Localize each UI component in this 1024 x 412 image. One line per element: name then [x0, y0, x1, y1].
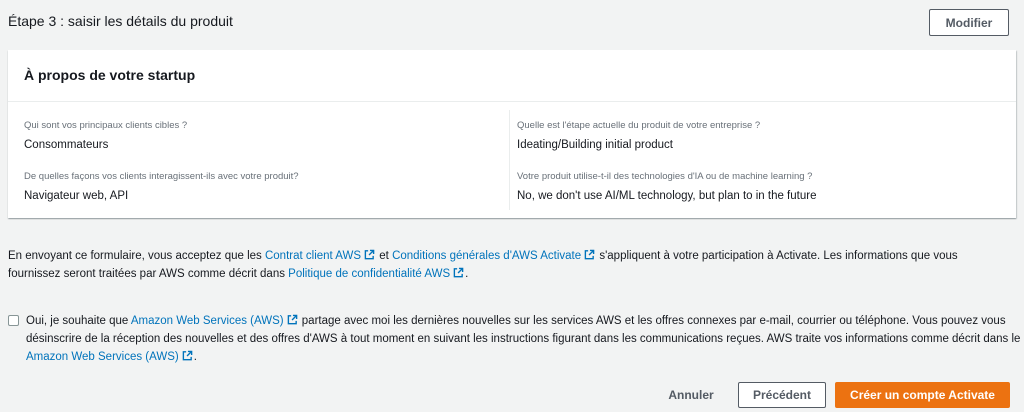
field-value: Consommateurs — [24, 139, 109, 151]
field-label: Votre produit utilise-t-il des technolog… — [517, 171, 813, 182]
startup-details-card: À propos de votre startup Qui sont vos p… — [8, 50, 1016, 218]
step-header: Étape 3 : saisir les détails du produit … — [0, 0, 1024, 46]
legal-notice: En envoyant ce formulaire, vous acceptez… — [8, 247, 1008, 283]
external-link-icon — [584, 249, 595, 260]
field-label: De quelles façons vos clients interagiss… — [24, 171, 299, 182]
field-value: Ideating/Building initial product — [517, 139, 673, 151]
product-stage-field: Quelle est l'étape actuelle du produit d… — [517, 120, 760, 151]
previous-button[interactable]: Précédent — [738, 382, 826, 408]
legal-text: et — [376, 250, 393, 262]
customer-agreement-link[interactable]: Contrat client AWS — [265, 249, 376, 262]
field-label: Qui sont vos principaux clients cibles ? — [24, 120, 188, 131]
card-title: À propos de votre startup — [24, 67, 196, 83]
field-label: Quelle est l'étape actuelle du produit d… — [517, 120, 761, 131]
target-customers-field: Qui sont vos principaux clients cibles ?… — [24, 120, 187, 151]
aws-privacy-link[interactable]: Amazon Web Services (AWS) — [26, 350, 194, 363]
external-link-icon — [287, 314, 297, 325]
consent-text: Oui, je souhaite que Amazon Web Services… — [26, 312, 1021, 366]
consent-text-part: . — [193, 351, 197, 363]
legal-text: . — [465, 268, 469, 280]
legal-text: En envoyant ce formulaire, vous acceptez… — [8, 250, 265, 262]
aws-link[interactable]: Amazon Web Services (AWS) — [131, 314, 299, 327]
field-value: Navigateur web, API — [24, 190, 129, 202]
edit-button[interactable]: Modifier — [929, 9, 1009, 36]
cancel-button[interactable]: Annuler — [658, 382, 724, 408]
card-divider — [8, 101, 1016, 102]
step-title: Étape 3 : saisir les détails du produit — [8, 13, 233, 29]
ai-ml-usage-field: Votre produit utilise-t-il des technolog… — [517, 171, 816, 202]
privacy-policy-link[interactable]: Politique de confidentialité AWS — [288, 267, 465, 280]
external-link-icon — [453, 267, 464, 278]
activate-terms-link[interactable]: Conditions générales d'AWS Activate — [392, 249, 596, 262]
external-link-icon — [364, 249, 375, 260]
field-value: No, we don't use AI/ML technology, but p… — [517, 190, 817, 202]
external-link-icon — [182, 350, 193, 361]
column-divider — [509, 110, 510, 210]
customer-interaction-field: De quelles façons vos clients interagiss… — [24, 171, 299, 202]
create-account-button[interactable]: Créer un compte Activate — [835, 382, 1010, 408]
marketing-consent-checkbox[interactable] — [8, 315, 19, 326]
consent-text-part: Oui, je souhaite que — [26, 315, 131, 327]
